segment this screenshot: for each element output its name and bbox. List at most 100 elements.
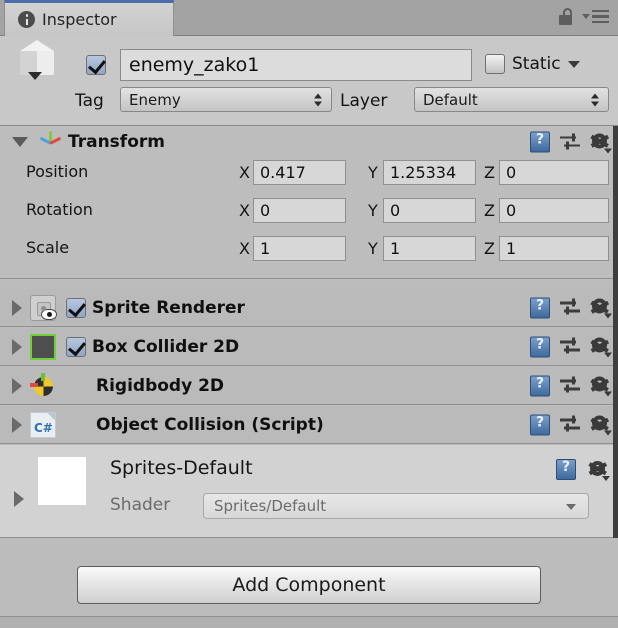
bottom-strip xyxy=(0,616,618,628)
gameobject-name-row: enemy_zako1 Static xyxy=(0,49,618,83)
unlocked-padlock-icon[interactable] xyxy=(559,8,573,25)
inspector-panel: Inspector enemy_zako1 Static Tag Enemy L… xyxy=(0,0,618,628)
object-collision-label: Object Collision (Script) xyxy=(96,414,324,435)
rotation-z-input[interactable]: 0 xyxy=(499,198,609,223)
component-row-object-collision-script[interactable]: C# Object Collision (Script) xyxy=(0,406,618,444)
scale-z-input[interactable]: 1 xyxy=(499,236,609,261)
position-z-input[interactable]: 0 xyxy=(499,160,609,185)
scale-y-axis-label: Y xyxy=(368,239,378,258)
chevron-down-icon xyxy=(566,504,576,510)
rotation-x-axis-label: X xyxy=(239,201,250,220)
position-y-input[interactable]: 1.25334 xyxy=(383,160,476,185)
object-collision-foldout-icon[interactable] xyxy=(12,416,22,433)
help-book-icon[interactable] xyxy=(530,297,550,318)
scale-z-axis-label: Z xyxy=(484,239,495,258)
tag-updown-icon xyxy=(314,93,322,106)
position-x-axis-label: X xyxy=(239,163,250,182)
preset-sliders-icon[interactable] xyxy=(560,133,580,151)
box-collider-2d-enabled-checkbox[interactable] xyxy=(66,336,86,357)
component-row-sprite-renderer[interactable]: Sprite Renderer xyxy=(0,289,618,327)
rotation-z-axis-label: Z xyxy=(484,201,495,220)
preset-sliders-icon[interactable] xyxy=(560,298,580,317)
rotation-y-input[interactable]: 0 xyxy=(383,198,476,223)
preset-sliders-icon[interactable] xyxy=(560,337,580,356)
sprite-renderer-enabled-checkbox[interactable] xyxy=(66,297,86,318)
gear-icon[interactable] xyxy=(590,376,612,397)
box-collider-2d-foldout-icon[interactable] xyxy=(12,338,22,355)
tab-inspector[interactable]: Inspector xyxy=(4,0,174,36)
transform-axis-icon xyxy=(38,131,62,153)
transform-row-scale: Scale X 1 Y 1 Z 1 xyxy=(0,234,618,265)
position-label: Position xyxy=(26,162,89,181)
sprite-renderer-label: Sprite Renderer xyxy=(92,297,245,318)
tag-value: Enemy xyxy=(129,90,181,109)
csharp-script-icon: C# xyxy=(30,411,56,438)
gear-icon[interactable] xyxy=(590,132,612,153)
preset-sliders-icon[interactable] xyxy=(560,376,580,395)
help-book-icon[interactable] xyxy=(530,414,550,435)
layer-value: Default xyxy=(423,90,478,109)
transform-header-icons xyxy=(530,131,612,153)
static-dropdown-caret-icon[interactable] xyxy=(567,60,580,68)
transform-row-position: Position X 0.417 Y 1.25334 Z 0 xyxy=(0,158,618,189)
gameobject-enabled-checkbox[interactable] xyxy=(86,55,106,75)
tag-label: Tag xyxy=(75,91,104,111)
gameobject-header: enemy_zako1 Static Tag Enemy Layer Defau… xyxy=(0,36,618,126)
shader-label: Shader xyxy=(110,495,171,515)
tab-bar-actions xyxy=(559,8,609,25)
position-x-input[interactable]: 0.417 xyxy=(253,160,346,185)
layer-label: Layer xyxy=(340,91,388,111)
tab-bar: Inspector xyxy=(0,0,618,36)
box-collider-2d-header-icons xyxy=(530,336,612,358)
help-book-icon[interactable] xyxy=(530,375,550,396)
vertical-scrollbar[interactable] xyxy=(613,126,618,538)
static-label: Static xyxy=(512,54,561,74)
add-component-button[interactable]: Add Component xyxy=(77,566,541,604)
material-header-icons xyxy=(556,459,610,481)
transform-title: Transform xyxy=(68,132,165,152)
help-book-icon[interactable] xyxy=(530,131,550,153)
material-preview-swatch xyxy=(38,457,86,505)
rigidbody-2d-header-icons xyxy=(530,375,612,397)
material-section: Sprites-Default Shader Sprites/Default xyxy=(0,445,618,538)
rotation-y-axis-label: Y xyxy=(368,201,378,220)
rigidbody-2d-foldout-icon[interactable] xyxy=(12,377,22,394)
rotation-label: Rotation xyxy=(26,200,93,219)
component-row-rigidbody-2d[interactable]: Rigidbody 2D xyxy=(0,367,618,405)
shader-value: Sprites/Default xyxy=(214,497,327,515)
gear-icon[interactable] xyxy=(590,337,612,358)
info-icon xyxy=(18,11,35,28)
material-name: Sprites-Default xyxy=(110,457,253,479)
component-row-box-collider-2d[interactable]: Box Collider 2D xyxy=(0,328,618,366)
layer-dropdown[interactable]: Default xyxy=(414,87,609,112)
scale-x-input[interactable]: 1 xyxy=(253,236,346,261)
tab-inspector-label: Inspector xyxy=(42,10,117,29)
help-book-icon[interactable] xyxy=(530,336,550,357)
preset-sliders-icon[interactable] xyxy=(560,415,580,434)
sprite-renderer-foldout-icon[interactable] xyxy=(12,299,22,316)
gear-icon[interactable] xyxy=(590,298,612,319)
rotation-x-input[interactable]: 0 xyxy=(253,198,346,223)
tag-dropdown[interactable]: Enemy xyxy=(120,87,332,112)
sprite-renderer-header-icons xyxy=(530,297,612,319)
transform-foldout-icon[interactable] xyxy=(12,137,28,147)
transform-row-rotation: Rotation X 0 Y 0 Z 0 xyxy=(0,196,618,227)
box-collider-2d-label: Box Collider 2D xyxy=(92,336,240,357)
scale-y-input[interactable]: 1 xyxy=(383,236,476,261)
gear-icon[interactable] xyxy=(588,460,610,481)
object-collision-header-icons xyxy=(530,414,612,436)
shader-dropdown[interactable]: Sprites/Default xyxy=(203,493,589,519)
sprite-renderer-icon xyxy=(30,294,57,321)
static-checkbox[interactable] xyxy=(485,54,505,74)
static-control: Static xyxy=(485,54,580,74)
gameobject-name-input[interactable]: enemy_zako1 xyxy=(120,49,472,81)
rigidbody-2d-icon xyxy=(30,372,56,399)
hamburger-menu-icon[interactable] xyxy=(582,9,609,24)
tag-layer-row: Tag Enemy Layer Default xyxy=(0,87,618,117)
gear-icon[interactable] xyxy=(590,415,612,436)
scale-label: Scale xyxy=(26,238,70,257)
material-foldout-icon[interactable] xyxy=(14,491,24,507)
position-z-axis-label: Z xyxy=(484,163,495,182)
help-book-icon[interactable] xyxy=(556,459,576,480)
transform-header[interactable]: Transform xyxy=(0,126,618,158)
